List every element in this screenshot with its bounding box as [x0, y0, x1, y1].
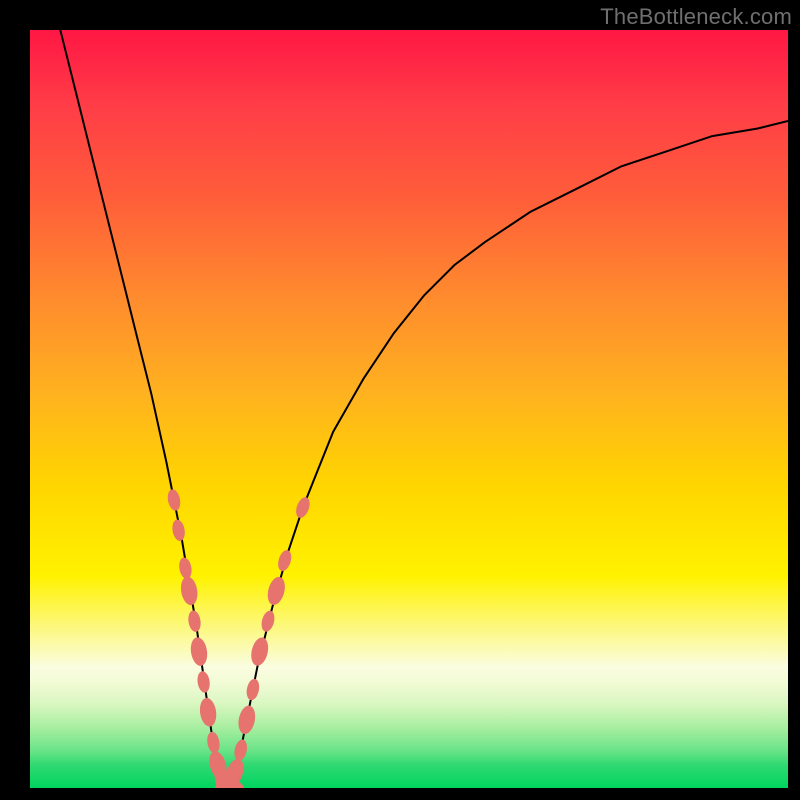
- curve-marker: [166, 488, 182, 512]
- curve-marker: [171, 519, 187, 542]
- curve-marker: [206, 731, 221, 754]
- curve-marker: [233, 738, 249, 762]
- curve-marker: [249, 636, 271, 668]
- curve-marker: [196, 670, 211, 693]
- curve-marker: [198, 697, 218, 728]
- marker-group: [166, 488, 312, 788]
- curve-marker: [187, 610, 202, 633]
- plot-area: [30, 30, 788, 788]
- curve-marker: [178, 557, 194, 580]
- chart-frame: TheBottleneck.com: [0, 0, 800, 800]
- curve-marker: [245, 678, 261, 702]
- curve-marker: [179, 575, 200, 606]
- curve-marker: [276, 549, 294, 573]
- bottleneck-chart: [30, 30, 788, 788]
- bottleneck-curve: [60, 30, 788, 788]
- curve-marker: [259, 609, 276, 633]
- curve-marker: [236, 704, 257, 735]
- curve-marker: [294, 495, 313, 519]
- curve-marker: [189, 636, 209, 667]
- watermark-text: TheBottleneck.com: [600, 4, 792, 30]
- curve-marker: [265, 575, 288, 607]
